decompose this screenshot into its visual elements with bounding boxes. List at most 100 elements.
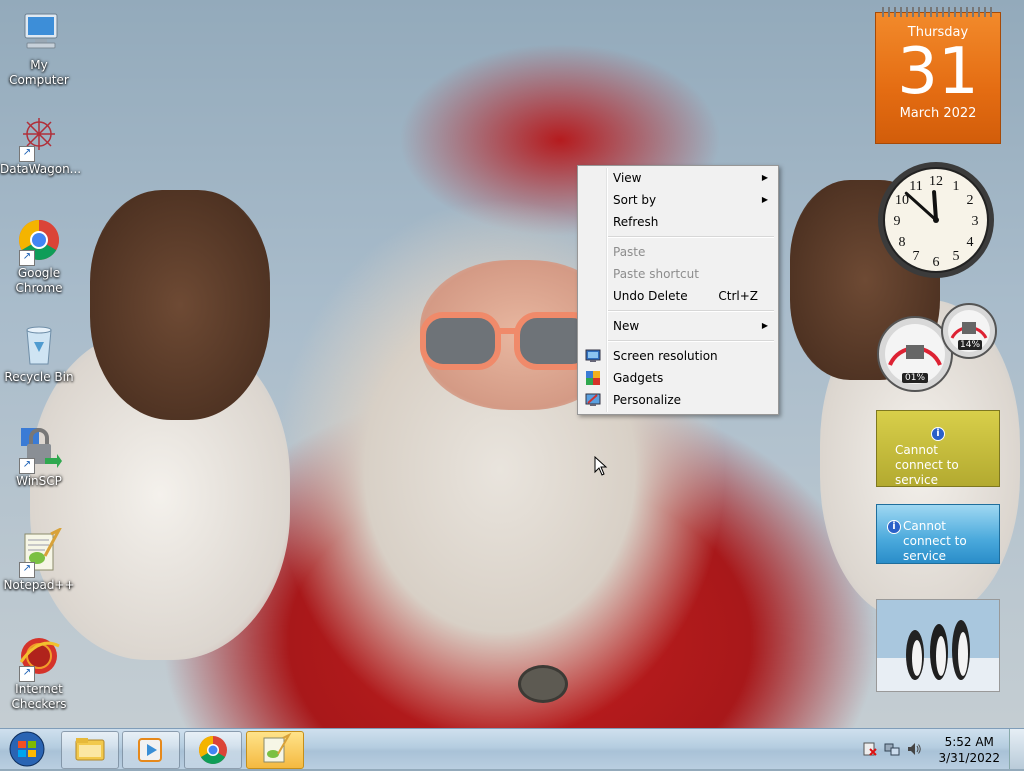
calendar-month-year: March 2022 (899, 106, 977, 121)
media-player-icon (138, 738, 162, 762)
slideshow-gadget[interactable] (876, 599, 1000, 692)
menu-item-paste-shortcut[interactable]: Paste shortcut (580, 263, 776, 285)
taskbar: 5:52 AM 3/31/2022 (0, 728, 1024, 769)
desktop-icon-my-computer[interactable]: My Computer (0, 8, 78, 88)
chrome-icon: ↗ (15, 216, 63, 266)
currency-status-text: Cannot connect to service (903, 519, 967, 563)
penguins-photo (877, 600, 999, 691)
menu-item-personalize[interactable]: Personalize (580, 389, 776, 411)
menu-item-label: Gadgets (613, 371, 664, 385)
calendar-gadget[interactable]: Thursday 31 March 2022 (875, 7, 1001, 144)
wallpaper-glove-left (90, 190, 270, 420)
desktop-icon-label: Google Chrome (15, 266, 63, 295)
notepadpp-icon: ↗ (15, 526, 63, 578)
desktop-icon-label: DataWagon... (0, 162, 82, 176)
menu-item-label: New (613, 319, 640, 333)
menu-item-undo-delete[interactable]: Undo Delete Ctrl+Z (580, 285, 776, 307)
menu-item-label: View (613, 171, 642, 185)
desktop-icon-google-chrome[interactable]: ↗ Google Chrome (0, 216, 78, 296)
shortcut-arrow-icon: ↗ (19, 666, 35, 682)
desktop-icon-winscp[interactable]: ↗ WinSCP (0, 424, 78, 489)
menu-item-label: Paste shortcut (613, 267, 699, 281)
currency-gadget[interactable]: i Cannot connect to service (876, 504, 1000, 564)
taskbar-clock[interactable]: 5:52 AM 3/31/2022 (938, 734, 1000, 766)
shortcut-arrow-icon: ↗ (19, 458, 35, 474)
menu-item-shortcut: Ctrl+Z (718, 289, 758, 303)
chrome-icon (199, 736, 227, 764)
menu-item-gadgets[interactable]: Gadgets (580, 367, 776, 389)
taskbar-media-player[interactable] (122, 731, 180, 769)
taskbar-notepadpp[interactable] (246, 731, 304, 769)
svg-text:8: 8 (899, 235, 906, 250)
show-desktop-button[interactable] (1009, 729, 1024, 769)
menu-item-view[interactable]: View ▶ (580, 167, 776, 189)
desktop-icon-recycle-bin[interactable]: Recycle Bin (0, 320, 78, 385)
weather-status-text: Cannot connect to service (895, 443, 959, 487)
svg-text:2: 2 (967, 193, 974, 208)
taskbar-chrome[interactable] (184, 731, 242, 769)
svg-text:9: 9 (894, 214, 901, 229)
weather-gadget[interactable]: i Cannot connect to service (876, 410, 1000, 487)
menu-separator (608, 340, 774, 342)
network-icon[interactable] (884, 741, 900, 757)
menu-separator (608, 236, 774, 238)
svg-text:5: 5 (953, 249, 960, 264)
screen-resolution-icon (585, 349, 601, 362)
shortcut-arrow-icon: ↗ (19, 146, 35, 162)
desktop-icon-label: My Computer (9, 58, 69, 87)
winscp-icon: ↗ (15, 424, 63, 474)
system-tray: 5:52 AM 3/31/2022 (859, 729, 1024, 769)
calendar-day: 31 (897, 35, 979, 109)
start-button[interactable] (4, 730, 50, 768)
submenu-arrow-icon: ▶ (761, 173, 768, 182)
shortcut-arrow-icon: ↗ (19, 562, 35, 578)
windows-logo-icon (9, 731, 45, 767)
cpu-usage-value: 01% (902, 373, 929, 383)
submenu-arrow-icon: ▶ (761, 195, 768, 204)
shortcut-arrow-icon: ↗ (19, 250, 35, 266)
menu-item-label: Screen resolution (613, 349, 718, 363)
internet-checkers-icon: ↗ (15, 632, 63, 682)
memory-usage-value: 14% (958, 340, 983, 350)
desktop-icon-label: Notepad++ (3, 578, 75, 592)
wallpaper-coat-button (518, 665, 568, 703)
desktop-icon-notepadpp[interactable]: ↗ Notepad++ (0, 526, 78, 593)
menu-item-label: Undo Delete (613, 289, 688, 303)
menu-item-refresh[interactable]: Refresh (580, 211, 776, 233)
notepadpp-icon (263, 732, 292, 763)
action-center-icon[interactable] (862, 741, 878, 757)
menu-item-screen-resolution[interactable]: Screen resolution (580, 345, 776, 367)
svg-text:12: 12 (929, 174, 943, 189)
svg-text:7: 7 (913, 249, 920, 264)
menu-item-paste[interactable]: Paste (580, 241, 776, 263)
svg-text:6: 6 (933, 255, 940, 270)
mouse-cursor-icon (594, 456, 608, 476)
svg-text:3: 3 (972, 214, 979, 229)
svg-text:1: 1 (953, 179, 960, 194)
recycle-bin-icon (15, 320, 63, 368)
desktop-icon-label: Recycle Bin (4, 370, 74, 384)
gadgets-icon (586, 371, 600, 385)
datawagon-icon: ↗ (15, 112, 63, 162)
computer-icon (15, 8, 63, 56)
memory-meter-gadget[interactable]: 14% (940, 302, 998, 360)
taskbar-windows-explorer[interactable] (61, 731, 119, 769)
memory-gauge-icon (941, 303, 997, 359)
menu-item-label: Sort by (613, 193, 657, 207)
clock-hour-hand (932, 190, 938, 222)
volume-icon[interactable] (906, 741, 922, 757)
clock-gadget[interactable]: 12 12 345 678 91011 (876, 160, 996, 280)
menu-item-new[interactable]: New ▶ (580, 315, 776, 337)
menu-item-label: Refresh (613, 215, 659, 229)
windows-explorer-icon (75, 738, 105, 761)
submenu-arrow-icon: ▶ (761, 321, 768, 330)
menu-item-label: Personalize (613, 393, 682, 407)
desktop-icon-internet-checkers[interactable]: ↗ Internet Checkers (0, 632, 78, 712)
menu-item-sort-by[interactable]: Sort by ▶ (580, 189, 776, 211)
info-icon: i (931, 427, 945, 441)
taskbar-date: 3/31/2022 (938, 751, 1000, 765)
calendar-rings (882, 7, 994, 17)
svg-text:11: 11 (909, 179, 922, 194)
desktop-icon-datawagon[interactable]: ↗ DataWagon... (0, 112, 82, 177)
menu-separator (608, 310, 774, 312)
